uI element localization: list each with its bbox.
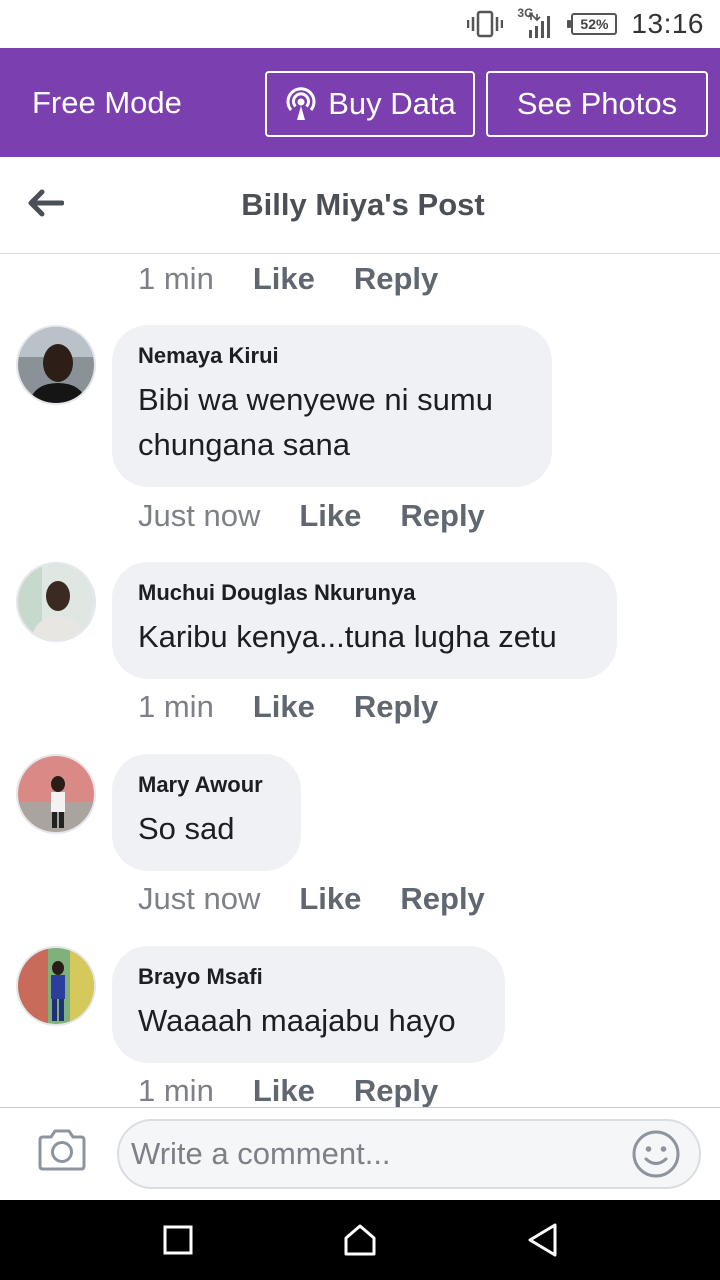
home-icon xyxy=(342,1222,378,1258)
back-triangle-icon xyxy=(525,1222,559,1258)
comment-text: So sad xyxy=(138,811,235,846)
comment-time: 1 min xyxy=(138,1073,214,1107)
like-button[interactable]: Like xyxy=(253,261,315,297)
buy-data-button[interactable]: Buy Data xyxy=(265,71,475,137)
system-nav-bar xyxy=(0,1200,720,1280)
comment-meta-row: 1 min Like Reply xyxy=(138,1066,438,1107)
battery-level: 52% xyxy=(580,16,609,32)
comment-time: 1 min xyxy=(138,261,214,296)
vibrate-icon xyxy=(467,10,504,38)
buy-data-label: Buy Data xyxy=(328,86,456,121)
recents-button[interactable] xyxy=(158,1220,198,1260)
emoji-button[interactable] xyxy=(630,1128,682,1180)
comment-author[interactable]: Brayo Msafi xyxy=(138,964,479,990)
comment-meta-row: Just now Like Reply xyxy=(138,491,485,541)
post-header: Billy Miya's Post xyxy=(0,157,720,254)
reply-button[interactable]: Reply xyxy=(354,261,438,297)
see-photos-button[interactable]: See Photos xyxy=(486,71,708,137)
reply-button[interactable]: Reply xyxy=(400,498,484,534)
comment-bubble[interactable]: Mary Awour So sad xyxy=(112,754,301,871)
comment-text: Bibi wa wenyewe ni sumu chungana sana xyxy=(138,382,493,462)
nav-back-button[interactable] xyxy=(522,1220,562,1260)
page-title: Billy Miya's Post xyxy=(241,187,485,222)
comment-time: Just now xyxy=(138,881,261,916)
emoji-icon xyxy=(630,1128,682,1180)
reply-button[interactable]: Reply xyxy=(354,689,438,725)
comment-meta-row: Just now Like Reply xyxy=(138,874,485,924)
comment-meta-row: 1 min Like Reply xyxy=(138,254,438,304)
free-mode-bar: Free Mode Buy Data See Photos xyxy=(0,48,720,157)
reply-button[interactable]: Reply xyxy=(354,1073,438,1107)
comment-composer xyxy=(0,1107,720,1200)
avatar[interactable] xyxy=(16,325,96,405)
camera-button[interactable] xyxy=(36,1128,88,1174)
free-mode-label[interactable]: Free Mode xyxy=(32,85,265,121)
status-time: 13:16 xyxy=(631,8,704,39)
camera-icon xyxy=(36,1128,88,1172)
reply-button[interactable]: Reply xyxy=(400,881,484,917)
like-button[interactable]: Like xyxy=(253,689,315,725)
battery-icon: 52% xyxy=(567,13,618,35)
comment-text: Karibu kenya...tuna lugha zetu xyxy=(138,619,557,654)
comment-time: 1 min xyxy=(138,689,214,724)
comment-list[interactable]: 1 min Like Reply Nemaya Kirui Bibi wa we… xyxy=(0,254,720,1107)
see-photos-label: See Photos xyxy=(516,86,678,121)
recents-square-icon xyxy=(162,1224,194,1256)
like-button[interactable]: Like xyxy=(299,498,361,534)
comment-bubble[interactable]: Nemaya Kirui Bibi wa wenyewe ni sumu chu… xyxy=(112,325,552,487)
comment-text: Waaaah maajabu hayo xyxy=(138,1003,456,1038)
status-bar: 3G 52% 13:16 xyxy=(0,0,720,48)
broadcast-icon xyxy=(284,86,318,122)
comment-author[interactable]: Mary Awour xyxy=(138,772,275,798)
comment-author[interactable]: Muchui Douglas Nkurunya xyxy=(138,580,591,606)
comment-bubble[interactable]: Brayo Msafi Waaaah maajabu hayo xyxy=(112,946,505,1063)
like-button[interactable]: Like xyxy=(299,881,361,917)
comment-author[interactable]: Nemaya Kirui xyxy=(138,343,526,369)
comment-meta-row: 1 min Like Reply xyxy=(138,682,438,732)
avatar[interactable] xyxy=(16,946,96,1026)
comment-time: Just now xyxy=(138,498,261,533)
like-button[interactable]: Like xyxy=(253,1073,315,1107)
avatar[interactable] xyxy=(16,562,96,642)
comment-input[interactable] xyxy=(117,1119,701,1189)
avatar[interactable] xyxy=(16,754,96,834)
comment-bubble[interactable]: Muchui Douglas Nkurunya Karibu kenya...t… xyxy=(112,562,617,679)
signal-icon: 3G xyxy=(517,6,557,40)
home-button[interactable] xyxy=(340,1220,380,1260)
